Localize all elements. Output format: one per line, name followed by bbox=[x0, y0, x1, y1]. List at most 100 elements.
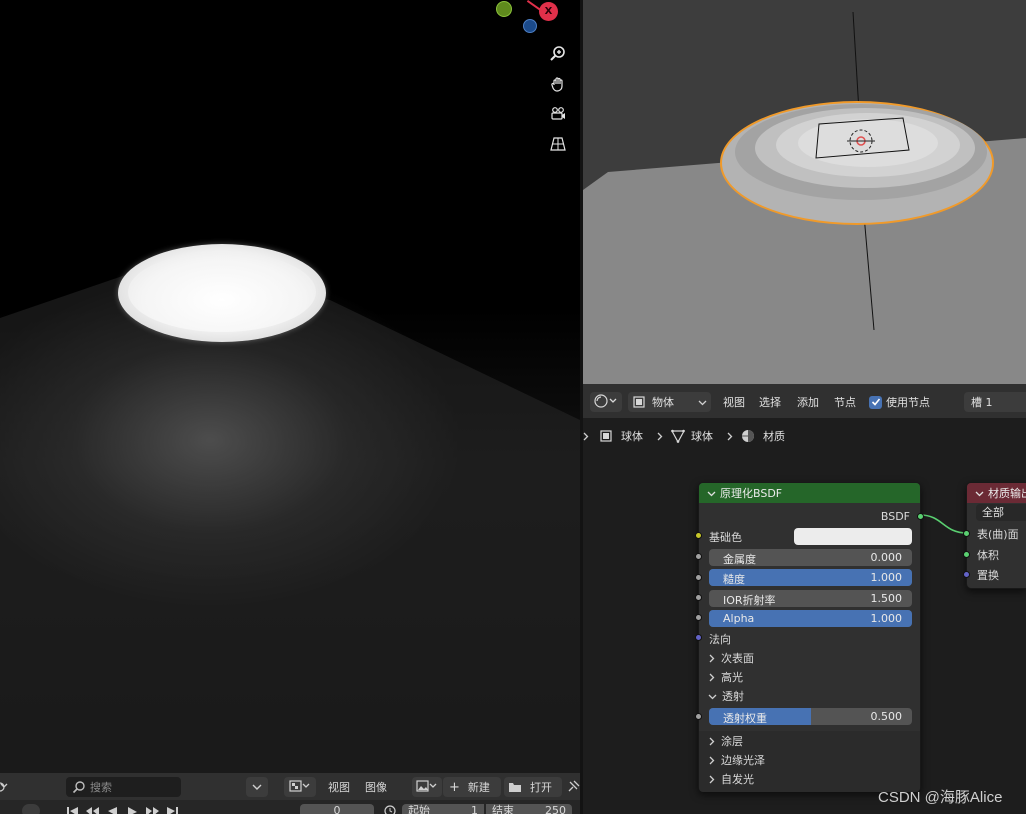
emission-panel-toggle[interactable]: 自发光 bbox=[709, 771, 754, 787]
ior-slider[interactable]: IOR折射率 1.500 bbox=[709, 590, 912, 607]
render-viewport[interactable]: X bbox=[0, 0, 580, 772]
open-image-button[interactable]: 打开 bbox=[504, 777, 562, 797]
principled-bsdf-node[interactable]: 原理化BSDF BSDF 基础色 金属度 0.000 糙度 1.000 IOR折… bbox=[695, 482, 924, 792]
output-target-dropdown[interactable]: 全部 bbox=[976, 504, 1026, 521]
menu-view[interactable]: 视图 bbox=[328, 777, 350, 797]
jump-start-icon[interactable] bbox=[66, 806, 79, 814]
specular-panel-toggle[interactable]: 高光 bbox=[709, 669, 743, 685]
bsdf-output-socket[interactable] bbox=[917, 513, 924, 520]
ior-socket[interactable] bbox=[695, 594, 702, 601]
open-image-label: 打开 bbox=[530, 781, 552, 794]
normal-socket[interactable] bbox=[695, 634, 702, 641]
editor-type-dropdown-node[interactable] bbox=[590, 392, 622, 412]
start-frame-field[interactable]: 起始 1 bbox=[402, 804, 484, 814]
base-color-socket[interactable] bbox=[695, 532, 702, 539]
roughness-slider[interactable]: 糙度 1.000 bbox=[709, 569, 912, 586]
camera-view-icon[interactable] bbox=[545, 101, 571, 127]
breadcrumb-mesh[interactable]: 球体 bbox=[691, 428, 713, 444]
breadcrumb-object[interactable]: 球体 bbox=[621, 428, 643, 444]
output-node-header[interactable]: 材质输出 bbox=[967, 483, 1026, 503]
end-frame-field[interactable]: 结束 250 bbox=[486, 804, 572, 814]
end-frame-label: 结束 bbox=[492, 804, 514, 814]
chevron-down-icon bbox=[698, 399, 707, 406]
collapse-chevron-icon[interactable] bbox=[975, 490, 984, 497]
search-input[interactable]: 搜索 bbox=[66, 777, 181, 797]
alpha-slider[interactable]: Alpha 1.000 bbox=[709, 610, 912, 627]
displacement-socket[interactable] bbox=[963, 571, 970, 578]
bsdf-node-header[interactable]: 原理化BSDF bbox=[699, 483, 920, 503]
use-nodes-checkbox[interactable]: 使用节点 bbox=[869, 392, 930, 412]
menu-view-node[interactable]: 视图 bbox=[723, 392, 745, 412]
zoom-icon[interactable] bbox=[545, 40, 571, 66]
gizmo-x-axis[interactable]: X bbox=[539, 2, 558, 21]
object-mode-dropdown[interactable]: 物体 bbox=[628, 392, 711, 412]
new-image-label: 新建 bbox=[467, 781, 490, 794]
current-frame-field[interactable]: 0 bbox=[300, 804, 374, 814]
image-browse-icon bbox=[416, 779, 438, 795]
pin-icon[interactable] bbox=[566, 777, 580, 797]
transmission-weight-socket[interactable] bbox=[695, 713, 702, 720]
search-placeholder: 搜索 bbox=[90, 781, 112, 794]
chevron-down-icon bbox=[708, 693, 717, 700]
base-color-label: 基础色 bbox=[709, 531, 742, 544]
subsurface-panel-toggle[interactable]: 次表面 bbox=[709, 650, 754, 666]
chevron-right-icon bbox=[709, 654, 715, 663]
menu-select[interactable]: 选择 bbox=[759, 392, 781, 412]
play-reverse-icon[interactable] bbox=[106, 806, 119, 814]
material-output-node[interactable]: 材质输出 全部 表(曲)面 体积 置换 bbox=[963, 482, 1026, 589]
image-mode-dropdown[interactable] bbox=[284, 777, 316, 797]
breadcrumb-row: 球体 球体 材质 bbox=[583, 428, 785, 444]
playback-controls bbox=[66, 806, 179, 814]
jump-key-back-icon[interactable] bbox=[86, 806, 99, 814]
gizmo-z-axis[interactable] bbox=[523, 19, 537, 33]
alpha-label: Alpha bbox=[723, 612, 755, 625]
bsdf-node-title: 原理化BSDF bbox=[720, 487, 783, 500]
alpha-socket[interactable] bbox=[695, 614, 702, 621]
pan-hand-icon[interactable] bbox=[545, 71, 571, 97]
material-slot-dropdown[interactable]: 槽 1 bbox=[964, 392, 1026, 412]
transmission-weight-slider[interactable]: 透射权重 0.500 bbox=[709, 708, 912, 725]
editor-type-dropdown[interactable] bbox=[0, 777, 18, 797]
image-editor-header: 搜索 视图 图像 + 新建 打开 bbox=[0, 772, 580, 800]
metallic-slider[interactable]: 金属度 0.000 bbox=[709, 549, 912, 566]
coat-panel-toggle[interactable]: 涂层 bbox=[709, 733, 743, 749]
volume-label: 体积 bbox=[977, 549, 999, 562]
record-keyframe-button[interactable] bbox=[22, 804, 40, 814]
object-mode-icon bbox=[632, 395, 646, 409]
perspective-grid-icon[interactable] bbox=[545, 131, 571, 157]
menu-image[interactable]: 图像 bbox=[365, 777, 387, 797]
solid-scene bbox=[583, 11, 1026, 384]
transmission-label: 透射 bbox=[722, 690, 744, 703]
material-icon bbox=[741, 429, 755, 443]
base-color-swatch[interactable] bbox=[794, 528, 912, 545]
ior-value: 1.500 bbox=[870, 592, 903, 605]
volume-socket[interactable] bbox=[963, 551, 970, 558]
bsdf-output-label: BSDF bbox=[880, 510, 910, 523]
solid-viewport[interactable] bbox=[583, 0, 1026, 384]
metallic-socket[interactable] bbox=[695, 553, 702, 560]
chevron-right-icon bbox=[583, 432, 589, 441]
jump-key-forward-icon[interactable] bbox=[146, 806, 159, 814]
gizmo-y-axis[interactable] bbox=[496, 1, 512, 17]
roughness-label: 糙度 bbox=[723, 573, 745, 586]
new-image-button[interactable]: + 新建 bbox=[443, 777, 501, 797]
menu-node[interactable]: 节点 bbox=[834, 392, 856, 412]
end-frame-value: 250 bbox=[545, 804, 566, 814]
menu-add[interactable]: 添加 bbox=[797, 392, 819, 412]
roughness-socket[interactable] bbox=[695, 574, 702, 581]
transmission-panel-toggle[interactable]: 透射 bbox=[708, 688, 744, 704]
surface-socket[interactable] bbox=[963, 530, 970, 537]
timeline-controls: 0 起始 1 结束 250 bbox=[0, 800, 580, 814]
chevron-right-icon bbox=[709, 673, 715, 682]
object-mode-label: 物体 bbox=[652, 396, 674, 409]
play-icon[interactable] bbox=[126, 806, 139, 814]
surface-label: 表(曲)面 bbox=[977, 528, 1019, 541]
use-nodes-label: 使用节点 bbox=[886, 396, 930, 409]
mesh-icon bbox=[671, 429, 685, 443]
sheen-panel-toggle[interactable]: 边缘光泽 bbox=[709, 752, 765, 768]
breadcrumb-material[interactable]: 材质 bbox=[763, 428, 785, 444]
collapse-chevron-icon[interactable] bbox=[707, 490, 716, 497]
chevron-down-icon[interactable] bbox=[246, 777, 268, 797]
jump-end-icon[interactable] bbox=[166, 806, 179, 814]
image-browse-dropdown[interactable] bbox=[412, 777, 442, 797]
